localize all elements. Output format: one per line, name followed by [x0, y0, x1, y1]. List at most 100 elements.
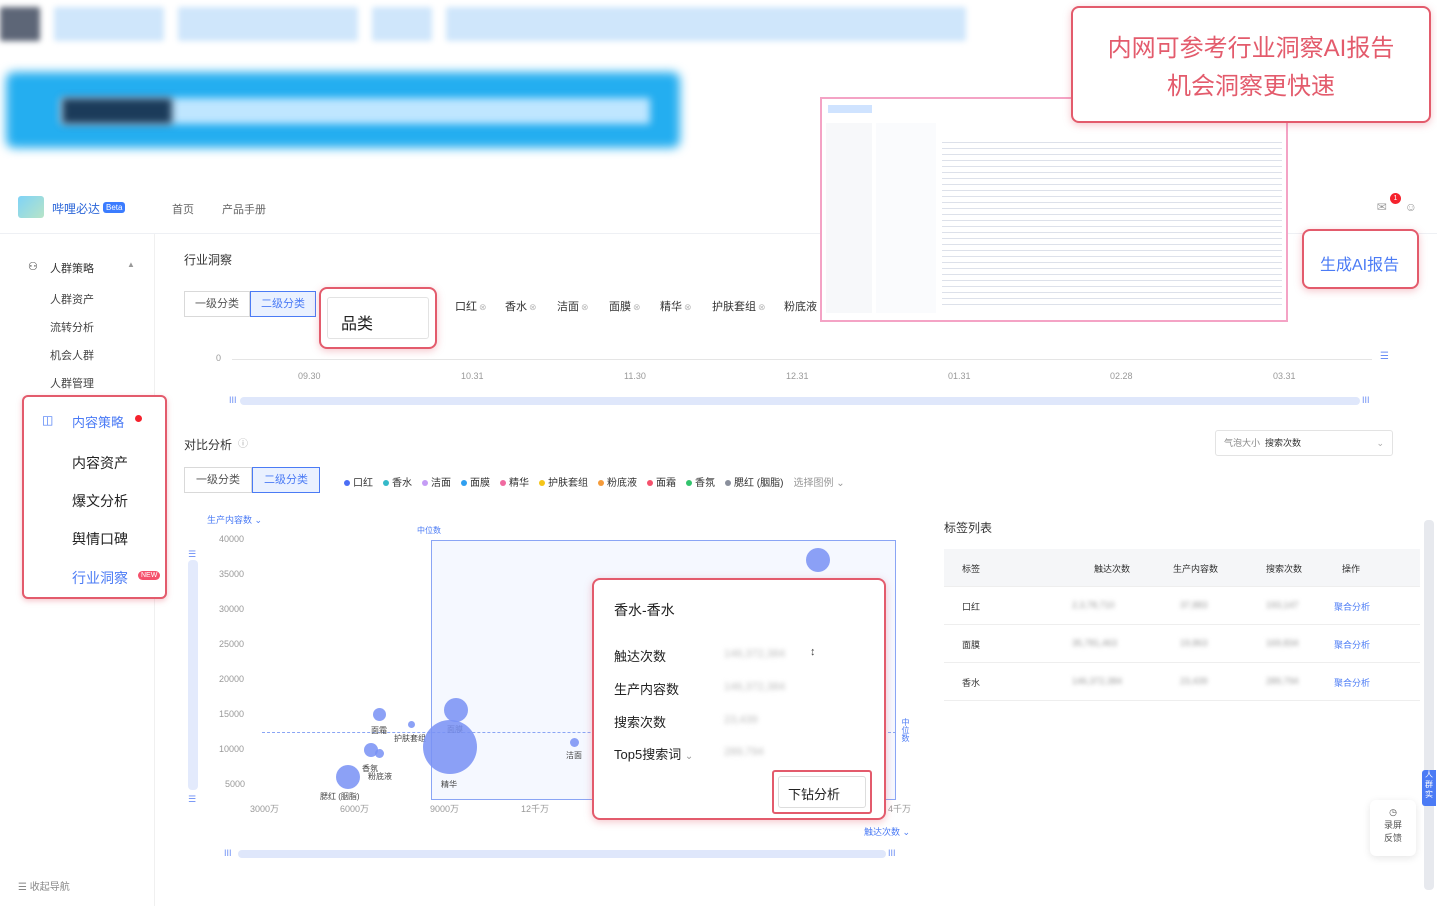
x-tick: 9000万 [430, 804, 460, 814]
sidebar-item-people-manage[interactable]: 人群管理 [50, 375, 94, 391]
time-range-slider[interactable] [240, 397, 1360, 405]
detail-popup: 香水-香水 触达次数 146,372,384 ↕ 生产内容数 146,372,3… [592, 578, 886, 820]
tag-table: 标签 触达次数 生产内容数 搜索次数 操作 口红 2,3,78,710 37,8… [944, 549, 1420, 701]
close-icon[interactable]: ⊗ [479, 302, 487, 312]
sort-icon[interactable]: ↕ [810, 646, 816, 658]
close-icon[interactable]: ⊗ [758, 302, 766, 312]
tag-chip-label: 香水 [505, 301, 527, 313]
slider-handle-left[interactable]: III [229, 395, 237, 405]
bubble-face-cream[interactable] [373, 708, 386, 721]
y-slider-handle-bottom[interactable]: ☰ [188, 794, 196, 805]
tab-compare-level1[interactable]: 一级分类 [184, 467, 252, 493]
sidebar-item-people-assets[interactable]: 人群资产 [50, 291, 94, 307]
blurred-banner-text-dark [62, 98, 172, 124]
bubble-cleanser[interactable] [570, 738, 579, 747]
drill-down-button[interactable]: 下钻分析 [788, 784, 840, 803]
tag-chip[interactable]: 护肤套组 ⊗ [712, 298, 766, 314]
tag-chip[interactable]: 面膜 ⊗ [609, 298, 641, 314]
menu-icon[interactable]: ☰ [1380, 351, 1389, 362]
x-tick: 6000万 [340, 804, 370, 814]
legend-item[interactable]: 洁面 [422, 474, 451, 489]
legend-dot [344, 480, 350, 487]
close-icon[interactable]: ⊗ [581, 302, 589, 312]
x-range-slider[interactable] [238, 850, 886, 858]
close-icon[interactable]: ⊗ [529, 302, 537, 312]
tag-chip[interactable]: 粉底液 [784, 298, 817, 314]
tag-chip[interactable]: 口红 ⊗ [455, 298, 487, 314]
y-range-slider[interactable] [188, 560, 198, 790]
x-slider-handle-left[interactable]: III [224, 848, 232, 858]
sidebar-item-content-assets[interactable]: 内容资产 [72, 453, 128, 473]
feedback-label: 录屏 [1383, 820, 1402, 830]
tag-chip[interactable]: 香水 ⊗ [505, 298, 537, 314]
collapse-nav-button[interactable]: ☰ 收起导航 [18, 878, 70, 893]
legend-item[interactable]: 粉底液 [598, 474, 637, 489]
bubble-mask[interactable] [444, 698, 468, 722]
aggregate-analysis-link[interactable]: 聚合分析 [1334, 600, 1370, 613]
x-tick: 3000万 [250, 804, 280, 814]
user-icon[interactable]: ☺ [1405, 200, 1417, 214]
legend-item[interactable]: 腮红 (胭脂) [725, 474, 783, 489]
bubble-skincare-set[interactable] [408, 721, 415, 728]
sidebar-item-sentiment[interactable]: 舆情口碑 [72, 529, 128, 549]
nav-home[interactable]: 首页 [172, 201, 194, 217]
chart-legend: 口红 香水 洁面 面膜 精华 护肤套组 粉底液 面霜 香氛 腮红 (胭脂) 选择… [344, 474, 845, 489]
legend-item[interactable]: 精华 [500, 474, 529, 489]
tab-compare-level2[interactable]: 二级分类 [252, 467, 320, 493]
y-axis-select[interactable]: 生产内容数 ⌄ [207, 513, 262, 526]
legend-more-button[interactable]: 选择图例 ⌄ [793, 474, 844, 489]
aggregate-analysis-link[interactable]: 聚合分析 [1334, 638, 1370, 651]
legend-dot [539, 480, 545, 487]
legend-label: 香水 [392, 478, 412, 489]
x-slider-handle-right[interactable]: III [888, 848, 896, 858]
legend-item[interactable]: 口红 [344, 474, 373, 489]
tab-level2[interactable]: 二级分类 [250, 291, 316, 317]
bubble-serum[interactable] [423, 720, 477, 774]
sidebar-item-flow-analysis[interactable]: 流转分析 [50, 319, 94, 335]
sidebar-group-content[interactable]: 内容策略 [72, 412, 124, 431]
column-header: 搜索次数 [1266, 564, 1303, 574]
slider-handle-right[interactable]: III [1362, 395, 1370, 405]
screen-record-feedback-button[interactable]: ◷ 录屏 反馈 [1370, 800, 1416, 856]
close-icon[interactable]: ⊗ [633, 302, 641, 312]
logo-icon [18, 196, 44, 218]
bubble-perfume[interactable] [806, 548, 830, 572]
sidebar-item-industry-insight[interactable]: 行业洞察 [72, 568, 128, 588]
tab-level1[interactable]: 一级分类 [184, 291, 250, 317]
message-icon[interactable]: ✉ [1377, 200, 1387, 214]
popup-label-top5[interactable]: Top5搜索词 ⌄ [614, 744, 693, 763]
page-scrollbar[interactable] [1424, 520, 1434, 890]
sidebar-item-opportunity[interactable]: 机会人群 [50, 347, 94, 363]
nav-manual[interactable]: 产品手册 [222, 201, 266, 217]
legend-item[interactable]: 面霜 [647, 474, 676, 489]
y-slider-handle-top[interactable]: ☰ [188, 549, 196, 560]
legend-item[interactable]: 面膜 [461, 474, 490, 489]
legend-item[interactable]: 香氛 [686, 474, 715, 489]
close-icon[interactable]: ⊗ [684, 302, 692, 312]
sidebar-item-viral-analysis[interactable]: 爆文分析 [72, 491, 128, 511]
x-axis-select[interactable]: 触达次数 ⌄ [864, 825, 910, 838]
y-axis-label: 生产内容数 [207, 515, 253, 525]
generate-ai-report-button[interactable]: 生成AI报告 [1320, 251, 1399, 275]
date-tick: 09.30 [298, 371, 321, 381]
red-dot [135, 415, 142, 422]
cell-reach: 2,3,78,710 [1072, 600, 1115, 610]
legend-item[interactable]: 香水 [383, 474, 412, 489]
help-icon[interactable]: ⓘ [238, 435, 248, 450]
chevron-down-icon: ⌄ [1376, 438, 1384, 448]
date-tick: 01.31 [948, 371, 971, 381]
chevron-up-icon[interactable]: ▲ [127, 260, 135, 269]
category-select[interactable]: 品类 [341, 310, 373, 334]
bubble-blush[interactable] [336, 765, 360, 789]
y-zero-label: 0 [216, 353, 222, 363]
bubble-size-select[interactable]: 气泡大小 搜索次数 ⌄ [1215, 430, 1393, 456]
compare-title: 对比分析 [184, 438, 233, 452]
tag-chip[interactable]: 精华 ⊗ [660, 298, 692, 314]
bubble-foundation[interactable] [375, 749, 384, 758]
tag-chip[interactable]: 洁面 ⊗ [557, 298, 589, 314]
bubble-label: 精华 [441, 780, 457, 789]
legend-item[interactable]: 护肤套组 [539, 474, 588, 489]
sidebar-group-people[interactable]: 人群策略 [50, 260, 94, 276]
aggregate-analysis-link[interactable]: 聚合分析 [1334, 676, 1370, 689]
side-tab[interactable]: 人群实 [1422, 770, 1436, 806]
